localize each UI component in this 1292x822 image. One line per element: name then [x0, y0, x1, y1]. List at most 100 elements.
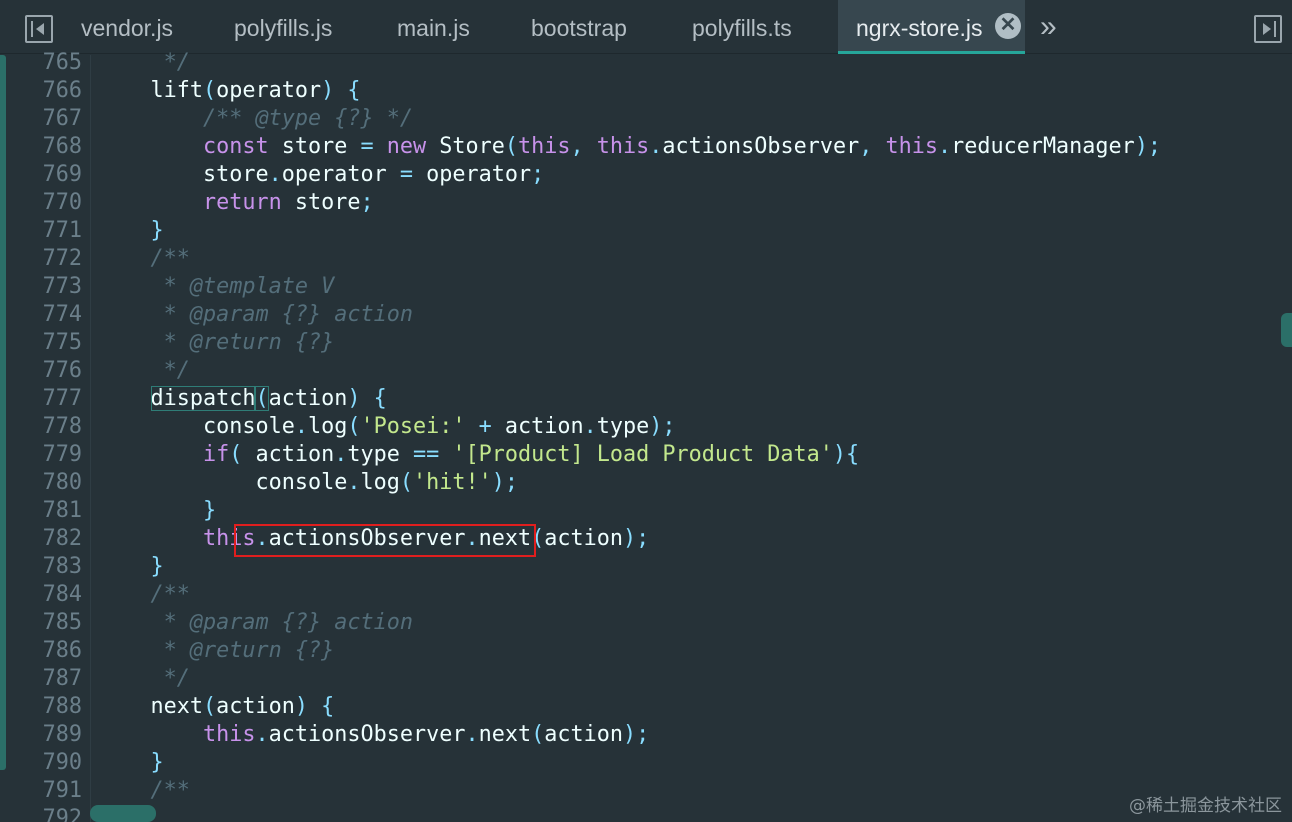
vertical-scrollbar-thumb[interactable]	[1281, 313, 1292, 347]
line-number[interactable]: 783	[20, 553, 82, 581]
code-line[interactable]: 780 console.log('hit!');	[0, 469, 1292, 497]
code-line[interactable]: 771 }	[0, 217, 1292, 245]
token: store	[98, 162, 269, 187]
code-line[interactable]: 778 console.log('Posei:' + action.type);	[0, 413, 1292, 441]
token: (	[202, 78, 217, 103]
token: */	[98, 666, 190, 691]
tab-main-js[interactable]: main.js	[397, 0, 470, 54]
line-number[interactable]: 791	[20, 777, 82, 805]
token: */	[98, 50, 190, 75]
code-text: }	[98, 217, 163, 245]
code-text: * @param {?} action	[98, 301, 413, 329]
code-line[interactable]: 787 */	[0, 665, 1292, 693]
line-number[interactable]: 766	[20, 77, 82, 105]
close-icon[interactable]: ✕	[995, 13, 1021, 39]
line-number[interactable]: 788	[20, 693, 82, 721]
line-number[interactable]: 765	[20, 49, 82, 77]
code-line[interactable]: 775 * @return {?}	[0, 329, 1292, 357]
code-line[interactable]: 789 this.actionsObserver.next(action);	[0, 721, 1292, 749]
line-number[interactable]: 776	[20, 357, 82, 385]
code-line[interactable]: 782 this.actionsObserver.next(action);	[0, 525, 1292, 553]
code-line[interactable]: 772 /**	[0, 245, 1292, 273]
line-number[interactable]: 781	[20, 497, 82, 525]
watermark: @稀土掘金技术社区	[1129, 796, 1282, 816]
horizontal-scrollbar-thumb[interactable]	[90, 805, 156, 822]
collapse-left-panel-icon[interactable]	[25, 15, 53, 43]
line-number[interactable]: 772	[20, 245, 82, 273]
line-number[interactable]: 769	[20, 161, 82, 189]
code-line[interactable]: 770 return store;	[0, 189, 1292, 217]
tab-vendor-js[interactable]: vendor.js	[81, 0, 173, 54]
token: (	[399, 470, 413, 495]
code-line[interactable]: 779 if( action.type == '[Product] Load P…	[0, 441, 1292, 469]
token: next	[98, 694, 203, 719]
line-number[interactable]: 775	[20, 329, 82, 357]
token: * @template V	[98, 274, 335, 299]
code-editor[interactable]: 765 */766 lift(operator) {767 /** @type …	[0, 50, 1292, 822]
code-line[interactable]: 781 }	[0, 497, 1292, 525]
token: log	[360, 470, 400, 495]
code-line[interactable]: 766 lift(operator) {	[0, 77, 1292, 105]
tab-ngrx-store-js[interactable]: ngrx-store.js ✕	[838, 0, 1025, 54]
line-number[interactable]: 767	[20, 105, 82, 133]
code-line[interactable]: 773 * @template V	[0, 273, 1292, 301]
token: * @return {?}	[98, 638, 335, 663]
token: }	[98, 498, 217, 523]
tab-polyfills-ts[interactable]: polyfills.ts	[692, 0, 792, 54]
code-line[interactable]: 774 * @param {?} action	[0, 301, 1292, 329]
line-number[interactable]: 771	[20, 217, 82, 245]
line-number[interactable]: 782	[20, 525, 82, 553]
code-line[interactable]: 776 */	[0, 357, 1292, 385]
token: .	[649, 134, 663, 159]
code-line[interactable]: 767 /** @type {?} */	[0, 105, 1292, 133]
token: 'hit!'	[412, 470, 492, 495]
line-number[interactable]: 770	[20, 189, 82, 217]
line-number[interactable]: 773	[20, 273, 82, 301]
token: '[Product] Load Product Data'	[452, 442, 833, 467]
code-text: * @template V	[98, 273, 335, 301]
line-number[interactable]: 777	[20, 385, 82, 413]
line-number[interactable]: 786	[20, 637, 82, 665]
token: .	[583, 414, 597, 439]
code-line[interactable]: 786 * @return {?}	[0, 637, 1292, 665]
code-text: }	[98, 497, 216, 525]
code-area[interactable]: 765 */766 lift(operator) {767 /** @type …	[0, 49, 1292, 822]
line-number[interactable]: 785	[20, 609, 82, 637]
code-line[interactable]: 769 store.operator = operator;	[0, 161, 1292, 189]
line-number[interactable]: 778	[20, 413, 82, 441]
token: )	[347, 386, 361, 411]
token: ==	[412, 442, 440, 467]
line-number[interactable]: 789	[20, 721, 82, 749]
token: Store	[426, 134, 505, 159]
code-line[interactable]: 791 /**	[0, 777, 1292, 805]
code-line[interactable]: 783 }	[0, 553, 1292, 581]
code-line[interactable]: 784 /**	[0, 581, 1292, 609]
line-number[interactable]: 780	[20, 469, 82, 497]
code-line[interactable]: 790 }	[0, 749, 1292, 777]
line-number[interactable]: 784	[20, 581, 82, 609]
code-line[interactable]: 768 const store = new Store(this, this.a…	[0, 133, 1292, 161]
tab-bootstrap[interactable]: bootstrap	[531, 0, 627, 54]
code-text: */	[98, 357, 190, 385]
line-number[interactable]: 790	[20, 749, 82, 777]
tab-polyfills-js[interactable]: polyfills.js	[234, 0, 332, 54]
line-number[interactable]: 768	[20, 133, 82, 161]
token: ;	[531, 162, 545, 187]
code-text: /**	[98, 777, 189, 805]
token: action	[544, 722, 623, 747]
line-number[interactable]: 792	[20, 805, 82, 822]
code-line[interactable]: 765 */	[0, 49, 1292, 77]
line-number[interactable]: 779	[20, 441, 82, 469]
token: (	[202, 694, 217, 719]
collapse-right-panel-icon[interactable]	[1254, 15, 1282, 43]
code-line[interactable]: 785 * @param {?} action	[0, 609, 1292, 637]
code-line[interactable]: 777 dispatch(action) {	[0, 385, 1292, 413]
code-line[interactable]: 792	[0, 805, 1292, 822]
line-number[interactable]: 787	[20, 665, 82, 693]
code-line[interactable]: 788 next(action) {	[0, 693, 1292, 721]
chevron-double-right-icon[interactable]: »	[1040, 10, 1057, 44]
token: ,	[570, 134, 584, 159]
line-number[interactable]: 774	[20, 301, 82, 329]
